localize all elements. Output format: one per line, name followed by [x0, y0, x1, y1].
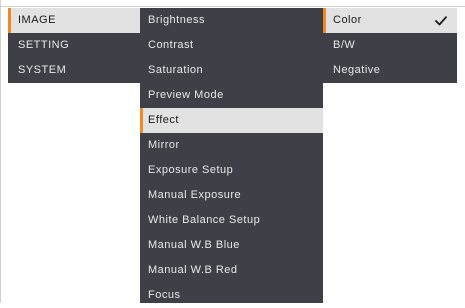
- submenu-item-manual-wb-blue[interactable]: Manual W.B Blue: [140, 233, 323, 258]
- effect-options-menu: Color B/W Negative: [323, 8, 457, 83]
- submenu-item-effect[interactable]: Effect: [140, 108, 323, 133]
- check-icon: [434, 8, 448, 33]
- option-item-color[interactable]: Color: [323, 8, 457, 33]
- option-item-label: Color: [333, 14, 362, 26]
- option-item-bw[interactable]: B/W: [323, 33, 457, 58]
- menu-item-label: SYSTEM: [18, 64, 67, 76]
- option-item-negative[interactable]: Negative: [323, 58, 457, 83]
- submenu-item-brightness[interactable]: Brightness: [140, 8, 323, 33]
- submenu-item-label: Mirror: [148, 139, 180, 151]
- submenu-item-mirror[interactable]: Mirror: [140, 133, 323, 158]
- submenu-item-saturation[interactable]: Saturation: [140, 58, 323, 83]
- submenu-item-focus[interactable]: Focus: [140, 283, 323, 308]
- option-item-label: B/W: [333, 39, 356, 51]
- menu-item-image[interactable]: IMAGE: [8, 8, 140, 33]
- menu-item-label: IMAGE: [18, 14, 56, 26]
- submenu-item-manual-wb-red[interactable]: Manual W.B Red: [140, 258, 323, 283]
- submenu-item-preview-mode[interactable]: Preview Mode: [140, 83, 323, 108]
- menu-item-system[interactable]: SYSTEM: [8, 58, 140, 83]
- submenu-item-exposure-setup[interactable]: Exposure Setup: [140, 158, 323, 183]
- submenu-item-label: Effect: [148, 114, 179, 126]
- submenu-item-white-balance-setup[interactable]: White Balance Setup: [140, 208, 323, 233]
- submenu-item-label: Manual Exposure: [148, 189, 242, 201]
- menu-item-label: SETTING: [18, 39, 70, 51]
- submenu-item-label: Exposure Setup: [148, 164, 234, 176]
- submenu-item-label: White Balance Setup: [148, 214, 261, 226]
- window-top-border: [0, 0, 465, 7]
- submenu-item-label: Brightness: [148, 14, 205, 26]
- submenu-item-label: Contrast: [148, 39, 194, 51]
- submenu-item-label: Manual W.B Blue: [148, 239, 240, 251]
- submenu-item-label: Preview Mode: [148, 89, 224, 101]
- window-left-border: [0, 0, 1, 303]
- category-menu: IMAGE SETTING SYSTEM: [8, 8, 140, 83]
- option-item-label: Negative: [333, 64, 381, 76]
- menu-item-setting[interactable]: SETTING: [8, 33, 140, 58]
- submenu-item-contrast[interactable]: Contrast: [140, 33, 323, 58]
- submenu-item-label: Saturation: [148, 64, 204, 76]
- submenu-item-label: Manual W.B Red: [148, 264, 238, 276]
- image-submenu: Brightness Contrast Saturation Preview M…: [140, 8, 323, 303]
- submenu-item-manual-exposure[interactable]: Manual Exposure: [140, 183, 323, 208]
- submenu-item-label: Focus: [148, 289, 181, 301]
